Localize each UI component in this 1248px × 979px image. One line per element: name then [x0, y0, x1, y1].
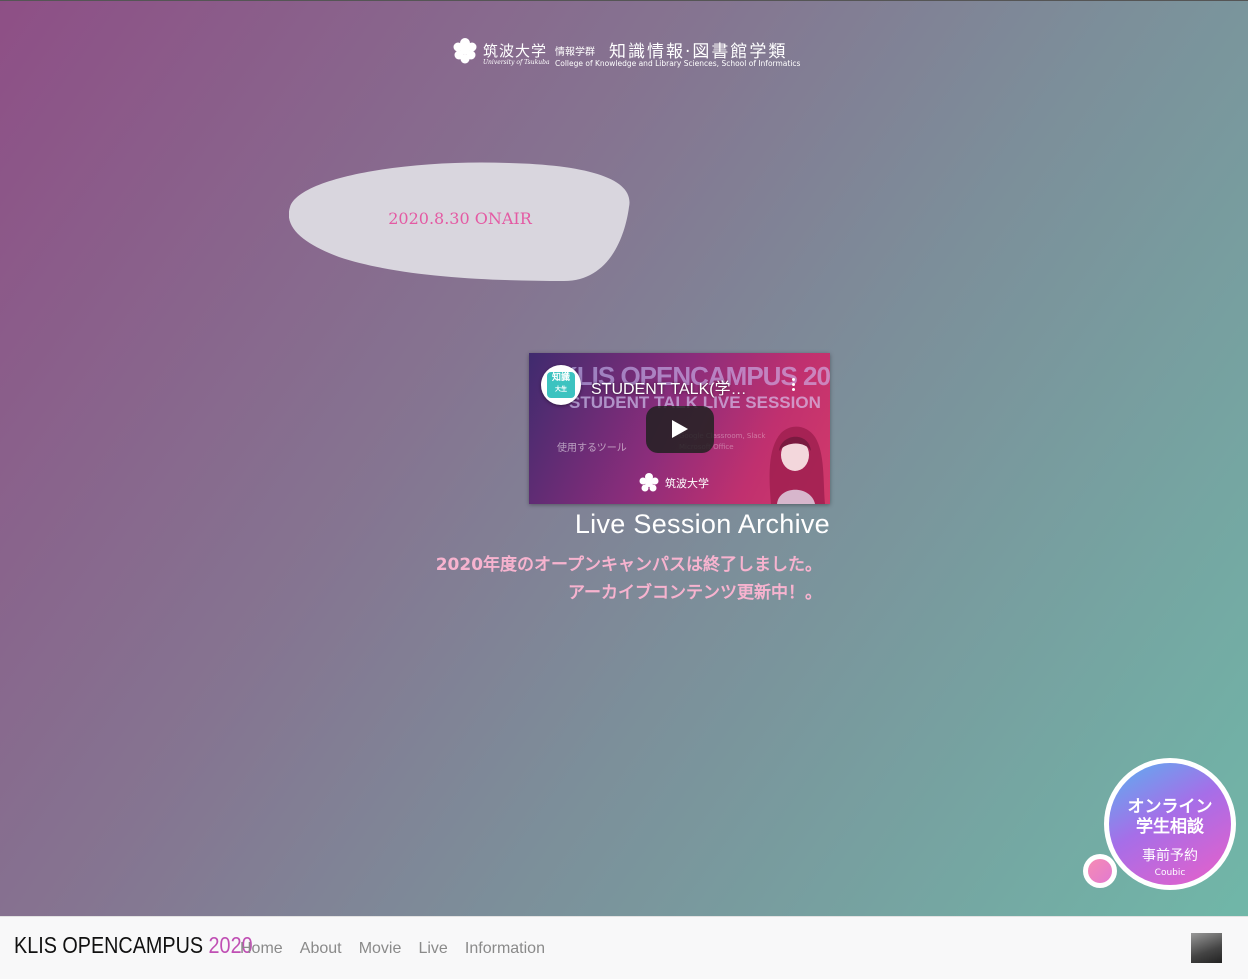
nav-links: Home About Movie Live Information — [240, 938, 557, 958]
more-vert-icon[interactable] — [789, 377, 797, 395]
profile-thumbnail[interactable] — [1191, 933, 1222, 963]
thumbnail-university-mark: 筑波大学 — [637, 471, 717, 495]
site-brand[interactable]: KLIS OPENCAMPUS 2020 — [14, 932, 253, 959]
tsukuba-seal-icon — [453, 38, 477, 64]
onair-date: 2020.8.30 ONAIR — [388, 209, 532, 228]
play-button[interactable] — [646, 406, 714, 453]
channel-avatar[interactable]: 知識 大生 — [541, 365, 581, 405]
university-name-jp: 筑波大学 — [483, 42, 548, 60]
notice-line: アーカイブコンテンツ更新中！。 — [568, 583, 822, 603]
live-session-archive-title: Live Session Archive — [574, 509, 830, 539]
nav-link-information[interactable]: Information — [465, 940, 545, 957]
closing-notice: 2020年度のオープンキャンパスは終了しました。 アーカイブコンテンツ更新中！。 — [360, 551, 822, 607]
thumbnail-tool-label: 使用するツール — [557, 443, 627, 454]
consult-toggle-dot[interactable] — [1083, 854, 1117, 888]
coubic-label: Coubic — [1154, 868, 1186, 878]
bottom-navbar: KLIS OPENCAMPUS 2020 Home About Movie Li… — [0, 916, 1248, 979]
notice-line: 2020年度のオープンキャンパスは終了しました。 — [435, 555, 822, 575]
nav-link-movie[interactable]: Movie — [359, 940, 402, 957]
consult-label: オンライン 学生相談 — [1127, 797, 1213, 837]
nav-link-about[interactable]: About — [300, 940, 342, 957]
nav-link-live[interactable]: Live — [418, 940, 447, 957]
video-title[interactable]: STUDENT TALK(学… — [591, 375, 791, 399]
youtube-video-embed[interactable]: KLIS OPENCAMPUS 2020 STUDENT TALK LIVE S… — [529, 353, 830, 504]
character-illustration — [769, 426, 825, 504]
hero-background: 筑波大学 University of Tsukuba 情報学群 知識情報·図書館… — [0, 0, 1248, 917]
nav-link-home[interactable]: Home — [240, 940, 283, 957]
school-name-jp: 情報学群 — [555, 47, 595, 58]
tsukuba-seal-icon — [639, 473, 659, 492]
college-name-en: College of Knowledge and Library Science… — [555, 59, 801, 68]
play-icon — [672, 420, 688, 438]
online-consultation-button[interactable]: オンライン 学生相談 事前予約 Coubic — [1104, 758, 1236, 890]
university-name-en: University of Tsukuba — [483, 59, 550, 66]
consult-reservation-label: 事前予約 — [1142, 848, 1198, 864]
